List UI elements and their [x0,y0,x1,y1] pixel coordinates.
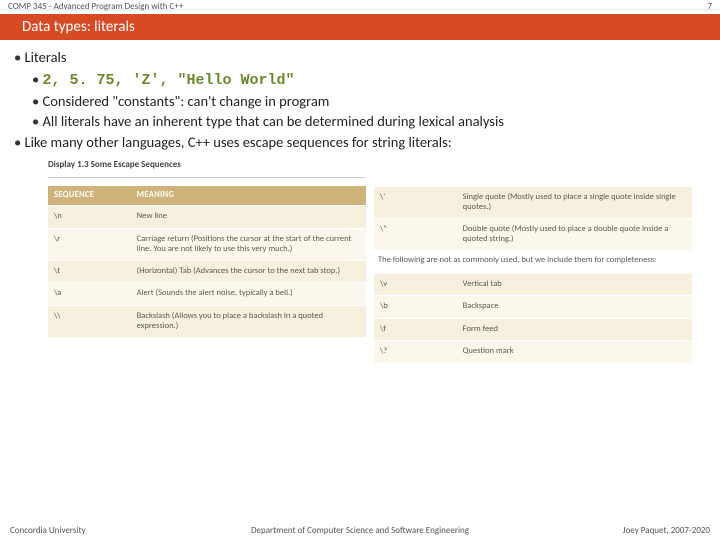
code-sample: 2, 5. 75, 'Z', "Hello World" [43,72,295,89]
cell-meaning: Question mark [457,341,692,362]
bullet-literals-text: Literals [25,48,67,66]
bullet-constants-text: Considered "constants": can't change in … [43,92,330,110]
cell-meaning: Backslash (Allows you to place a backsla… [131,306,366,337]
cell-meaning: New line [131,206,366,227]
cell-sequence: \n [48,206,131,227]
page-number: 7 [707,0,712,14]
table-row: \"Double quote (Mostly used to place a d… [374,218,692,250]
bullet-escape-text: Like many other languages, C++ uses esca… [25,133,452,151]
escape-table-left: Display 1.3 Some Escape Sequences SEQUEN… [48,159,366,363]
table-row: \t(Horizontal) Tab (Advances the cursor … [48,260,366,282]
cell-sequence: \r [48,229,131,260]
table-row: \'Single quote (Mostly used to place a s… [374,186,692,218]
table-row: \vVertical tab [374,273,692,295]
cell-sequence: \? [374,341,457,362]
footer-mid: Department of Computer Science and Softw… [251,525,469,536]
bullet-escape: Like many other languages, C++ uses esca… [14,133,702,153]
table-header: SEQUENCE MEANING [48,186,366,205]
table-row: \nNew line [48,205,366,227]
table-row: \rCarriage return (Positions the cursor … [48,228,366,260]
table-row: \bBackspace [374,295,692,317]
cell-meaning: Carriage return (Positions the cursor at… [131,229,366,260]
bullet-inherent-type-text: All literals have an inherent type that … [43,112,504,130]
table-row: \fForm feed [374,318,692,340]
table-row: \aAlert (Sounds the alert noise, typical… [48,282,366,304]
cell-meaning: Form feed [457,319,692,340]
bullet-code: 2, 5. 75, 'Z', "Hello World" [32,70,702,91]
bullet-literals: Literals [14,48,702,68]
slide-content: Literals 2, 5. 75, 'Z', "Hello World" Co… [0,40,720,363]
cell-meaning: Vertical tab [457,274,692,295]
col-sequence: SEQUENCE [48,186,131,205]
cell-sequence: \' [374,187,457,218]
table-note: The following are not as commonly used, … [374,250,692,273]
cell-meaning: Single quote (Mostly used to place a sin… [457,187,692,218]
footer-right: Joey Paquet, 2007-2020 [623,525,710,536]
col-meaning: MEANING [131,186,366,205]
table-row: \?Question mark [374,340,692,362]
table-row: \\Backslash (Allows you to place a backs… [48,305,366,337]
footer-left: Concordia University [10,525,86,536]
escape-tables: Display 1.3 Some Escape Sequences SEQUEN… [48,159,692,363]
cell-sequence: \t [48,261,131,282]
table-caption: Display 1.3 Some Escape Sequences [48,159,366,171]
cell-sequence: \b [374,296,457,317]
cell-meaning: (Horizontal) Tab (Advances the cursor to… [131,261,366,282]
bullet-inherent-type: All literals have an inherent type that … [32,112,702,132]
cell-meaning: Backspace [457,296,692,317]
footer: Concordia University Department of Compu… [0,525,720,536]
cell-sequence: \\ [48,306,131,337]
bullet-constants: Considered "constants": can't change in … [32,92,702,112]
cell-meaning: Double quote (Mostly used to place a dou… [457,219,692,250]
escape-table-right: \'Single quote (Mostly used to place a s… [374,159,692,363]
cell-sequence: \a [48,283,131,304]
divider [48,177,366,178]
cell-sequence: \v [374,274,457,295]
cell-sequence: \" [374,219,457,250]
course-code: COMP 345 - Advanced Program Design with … [8,0,183,14]
header-bar: COMP 345 - Advanced Program Design with … [0,0,720,14]
slide-title: Data types: literals [0,14,720,40]
cell-sequence: \f [374,319,457,340]
cell-meaning: Alert (Sounds the alert noise, typically… [131,283,366,304]
slide-title-text: Data types: literals [22,18,135,36]
